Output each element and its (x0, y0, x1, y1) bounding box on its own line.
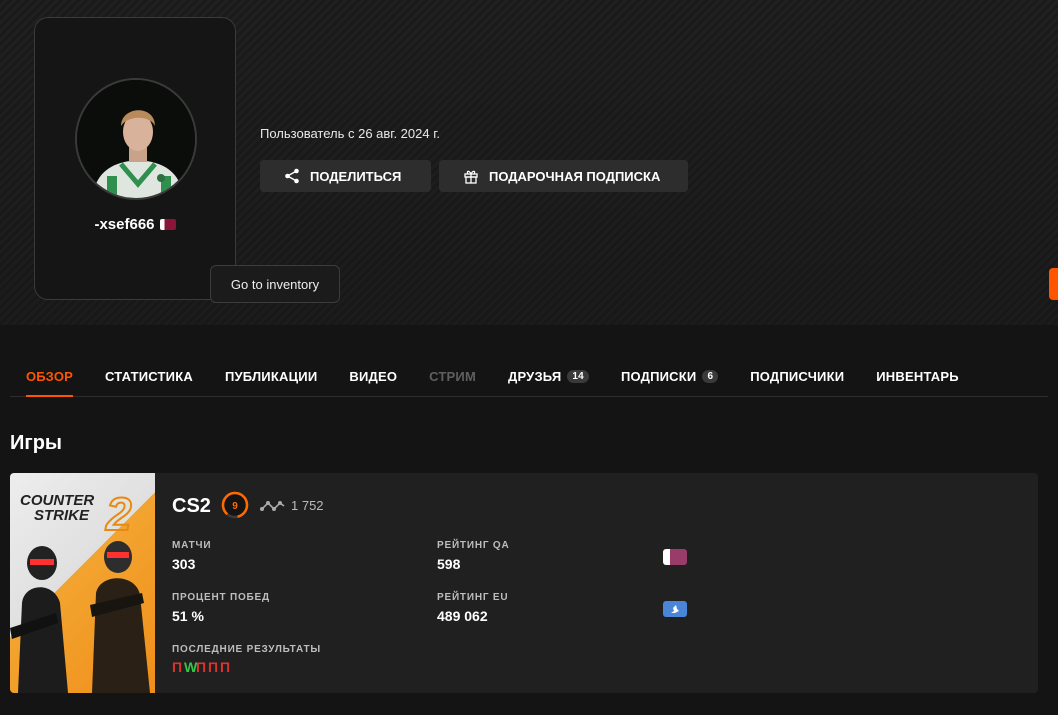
tab-label: СТАТИСТИКА (105, 368, 193, 384)
tab-statistics[interactable]: СТАТИСТИКА (89, 356, 209, 396)
recent-results: П W П П П (172, 659, 230, 675)
tab-overview[interactable]: ОБЗОР (10, 356, 89, 397)
tab-label: ДРУЗЬЯ (508, 368, 562, 384)
winrate-label: ПРОЦЕНТ ПОБЕД (172, 592, 270, 603)
winrate-value: 51 % (172, 608, 204, 624)
eu-region-icon (663, 601, 687, 617)
skill-level-icon: 9 (221, 491, 249, 519)
profile-card: -xsef666 (34, 17, 236, 300)
profile-tabs: ОБЗОР СТАТИСТИКА ПУБЛИКАЦИИ ВИДЕО СТРИМ … (10, 356, 1048, 397)
tab-subscriptions[interactable]: ПОДПИСКИ 6 (605, 356, 734, 396)
avatar[interactable] (75, 78, 197, 200)
tab-label: ОБЗОР (26, 368, 74, 384)
skill-level-value: 9 (232, 501, 238, 512)
subscriptions-count-badge: 6 (702, 369, 719, 383)
tab-subscribers[interactable]: ПОДПИСЧИКИ (734, 356, 860, 396)
qatar-flag-icon (159, 219, 176, 230)
friends-count-badge: 14 (567, 369, 589, 383)
avatar-image (77, 80, 195, 198)
inventory-tooltip: Go to inventory (210, 265, 340, 303)
game-name: CS2 (172, 495, 211, 517)
tab-stream: СТРИМ (413, 356, 492, 396)
rating-qa-value: 598 (437, 556, 461, 572)
elo-value: 1 752 (291, 498, 324, 513)
rating-eu-value: 489 062 (437, 608, 488, 624)
side-action-tab[interactable] (1049, 268, 1058, 300)
tab-label: ПОДПИСКИ (620, 368, 697, 384)
result-item: П (172, 659, 183, 675)
share-button[interactable]: ПОДЕЛИТЬСЯ (260, 160, 431, 192)
tab-label: ВИДЕО (349, 368, 398, 384)
gift-icon (464, 170, 478, 184)
game-card-cs2[interactable]: COUNTER STRIKE 2 CS2 9 1 752 МАТЧИ 303 П… (10, 473, 1038, 693)
cover-title-line1: COUNTER (20, 492, 95, 509)
gift-button-label: ПОДАРОЧНАЯ ПОДПИСКА (489, 168, 661, 184)
games-section-title: Игры (10, 432, 63, 454)
tab-inventory[interactable]: ИНВЕНТАРЬ (860, 356, 975, 396)
tab-label: ПУБЛИКАЦИИ (224, 368, 318, 384)
share-icon (285, 168, 299, 184)
gift-subscription-button[interactable]: ПОДАРОЧНАЯ ПОДПИСКА (439, 160, 688, 192)
cover-title-line2: STRIKE (34, 507, 90, 524)
member-since: Пользователь с 26 авг. 2024 г. (260, 126, 440, 141)
result-item: W (184, 659, 198, 675)
elo-icon (260, 501, 285, 511)
tab-label: СТРИМ (429, 368, 477, 384)
username: -xsef666 (94, 216, 155, 233)
result-item: П (196, 659, 207, 675)
matches-value: 303 (172, 556, 196, 572)
tab-publications[interactable]: ПУБЛИКАЦИИ (209, 356, 333, 396)
result-item: П (220, 659, 231, 675)
game-cover[interactable]: COUNTER STRIKE 2 (10, 473, 155, 693)
matches-label: МАТЧИ (172, 540, 212, 551)
username-row: -xsef666 (35, 216, 235, 233)
tab-label: ИНВЕНТАРЬ (876, 368, 959, 384)
cover-characters (10, 541, 150, 693)
cover-title: COUNTER STRIKE (20, 493, 94, 523)
share-button-label: ПОДЕЛИТЬСЯ (310, 168, 402, 184)
result-item: П (208, 659, 219, 675)
qatar-flag-icon (663, 549, 687, 565)
tab-video[interactable]: ВИДЕО (333, 356, 413, 396)
tab-label: ПОДПИСЧИКИ (750, 368, 845, 384)
rating-eu-label: РЕЙТИНГ EU (437, 592, 509, 603)
eu-map-icon (671, 605, 679, 613)
tab-friends[interactable]: ДРУЗЬЯ 14 (492, 356, 605, 396)
rating-qa-label: РЕЙТИНГ QA (437, 540, 510, 551)
recent-results-label: ПОСЛЕДНИЕ РЕЗУЛЬТАТЫ (172, 644, 321, 655)
